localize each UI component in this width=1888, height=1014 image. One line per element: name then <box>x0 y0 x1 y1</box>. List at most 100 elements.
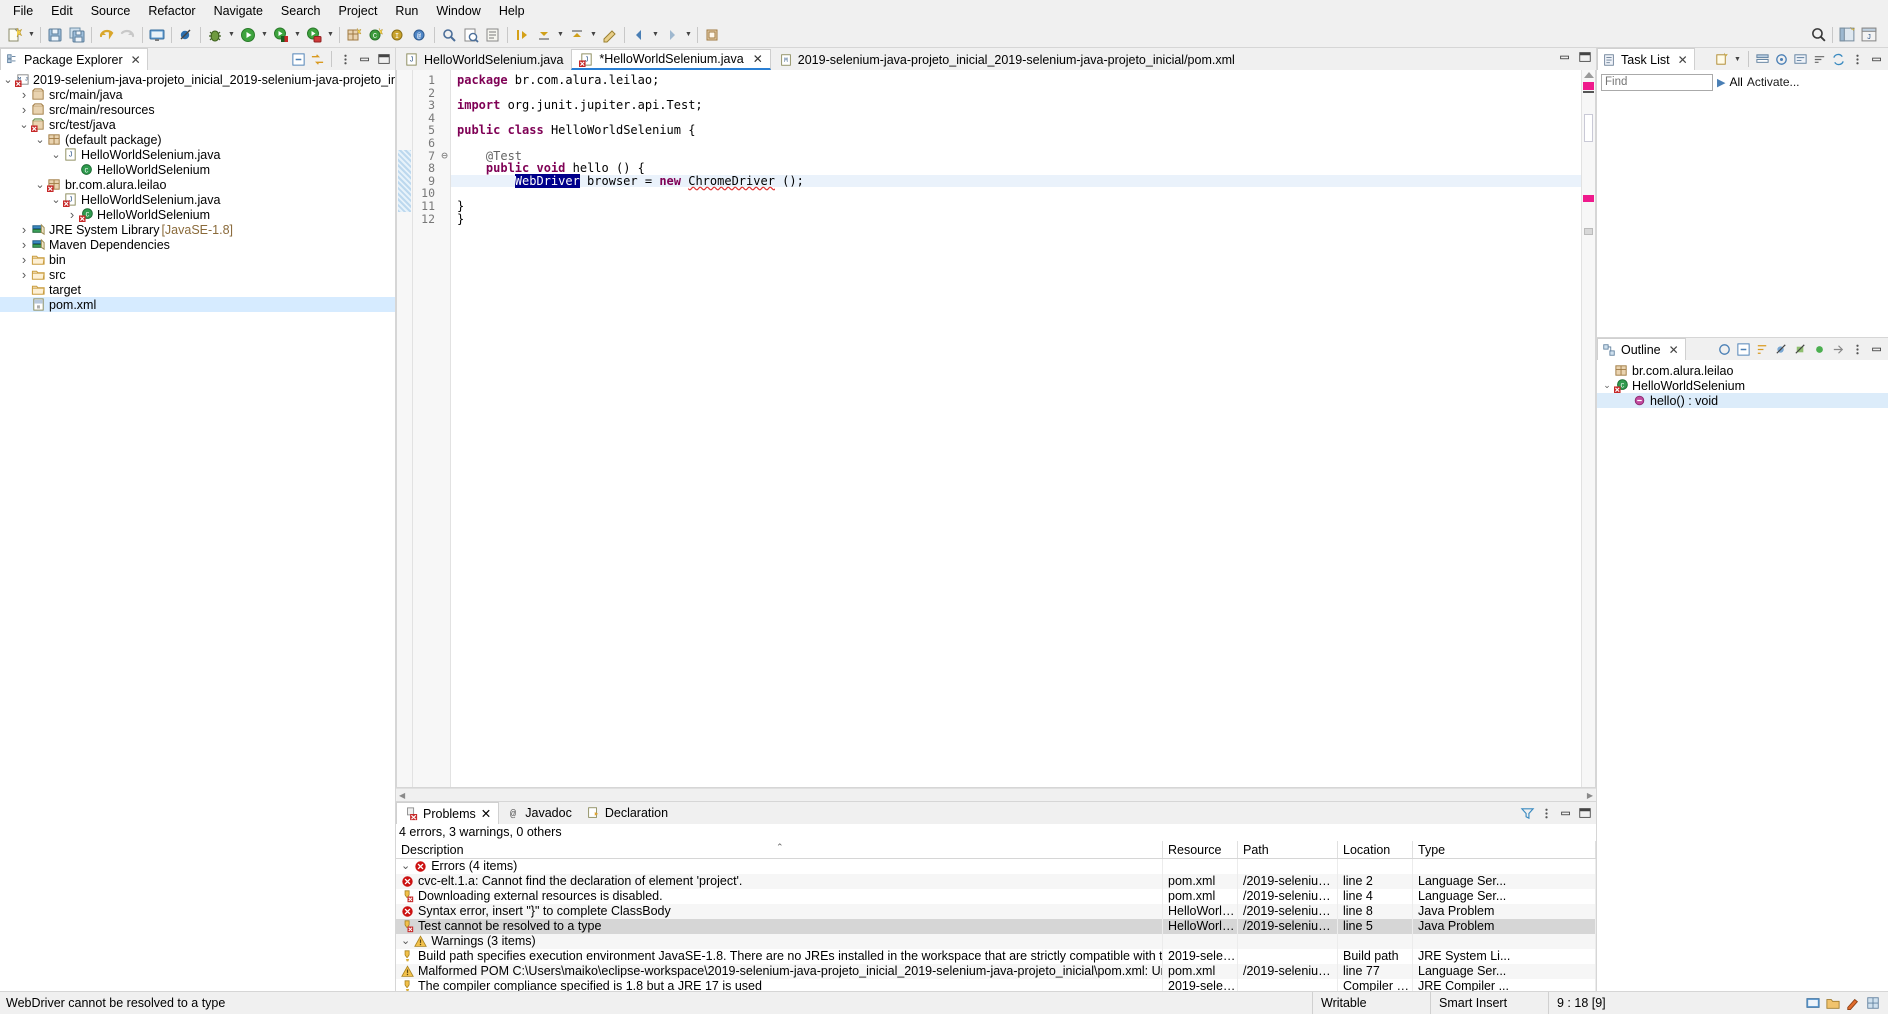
tree-row[interactable]: › C HelloWorldSelenium <box>0 207 395 222</box>
expanded-arrow-icon[interactable]: ⌄ <box>1601 380 1613 391</box>
activate-link[interactable]: Activate... <box>1747 75 1800 89</box>
tree-row[interactable]: › src <box>0 267 395 282</box>
new-file-icon[interactable] <box>4 24 26 46</box>
hide-static-icon[interactable] <box>1792 341 1809 358</box>
tree-row[interactable]: C HelloWorldSelenium <box>0 162 395 177</box>
scroll-right-arrow-icon[interactable]: ▶ <box>1587 791 1593 800</box>
problems-row[interactable]: Test cannot be resolved to a type HelloWo… <box>396 919 1596 934</box>
back-icon[interactable] <box>628 24 650 46</box>
code-line[interactable]: } <box>451 212 1581 226</box>
warning-overview-marker[interactable] <box>1584 228 1593 235</box>
all-filter-label[interactable]: All <box>1729 75 1742 89</box>
outline-tree[interactable]: br.com.alura.leilao ⌄ C HelloWorldSelenium h… <box>1597 360 1888 408</box>
debug-dropdown-icon[interactable]: ▼ <box>226 24 237 46</box>
collapsed-arrow-icon[interactable]: › <box>18 102 30 117</box>
problems-row[interactable]: Syntax error, insert "}" to complete Cla… <box>396 904 1596 919</box>
close-icon[interactable]: ✕ <box>1669 343 1679 357</box>
previous-edit-icon[interactable] <box>511 24 533 46</box>
quick-access-search-icon[interactable] <box>1807 24 1829 46</box>
problems-panel-tab[interactable]: Declaration <box>579 802 675 824</box>
hide-fields-icon[interactable] <box>1773 341 1790 358</box>
close-icon[interactable]: ✕ <box>481 806 491 821</box>
code-line[interactable]: import org.junit.jupiter.api.Test; <box>451 99 1581 112</box>
new-interface-icon[interactable]: I <box>387 24 409 46</box>
collapsed-arrow-icon[interactable]: › <box>18 237 30 252</box>
tree-row[interactable]: target <box>0 282 395 297</box>
save-all-icon[interactable] <box>66 24 88 46</box>
close-icon[interactable]: ✕ <box>1678 53 1688 67</box>
code-line[interactable] <box>451 187 1581 200</box>
forward-icon[interactable] <box>661 24 683 46</box>
folding-ruler[interactable]: ⊖ <box>439 70 451 787</box>
editor-tab[interactable]: J HelloWorldSelenium.java <box>396 49 571 70</box>
tree-row[interactable]: ⌄ J HelloWorldSelenium.java <box>0 147 395 162</box>
expanded-arrow-icon[interactable]: ⌄ <box>34 133 46 146</box>
java-perspective-icon[interactable]: J <box>1858 24 1880 46</box>
synchronize-icon[interactable] <box>1830 51 1847 68</box>
next-dropdown-icon[interactable]: ▼ <box>555 24 566 46</box>
filter-icon[interactable] <box>1519 805 1536 822</box>
presentation-icon[interactable] <box>1792 51 1809 68</box>
run-external-icon[interactable] <box>303 24 325 46</box>
column-header[interactable]: Path <box>1238 841 1338 858</box>
outline-row[interactable]: hello() : void <box>1597 393 1888 408</box>
expanded-arrow-icon[interactable]: ⌄ <box>401 934 410 949</box>
code-line[interactable]: public class HelloWorldSelenium { <box>451 124 1581 137</box>
new-annotation-icon[interactable]: @ <box>409 24 431 46</box>
menu-run[interactable]: Run <box>386 1 427 21</box>
tree-row[interactable]: ⌄ src/test/java <box>0 117 395 132</box>
code-line[interactable] <box>451 137 1581 150</box>
problem-description-cell[interactable]: Test cannot be resolved to a type <box>396 919 1163 934</box>
tree-row[interactable]: › bin <box>0 252 395 267</box>
skip-breakpoints-icon[interactable] <box>175 24 197 46</box>
last-edit-icon[interactable] <box>599 24 621 46</box>
minimize-icon[interactable] <box>1557 805 1574 822</box>
menu-file[interactable]: File <box>4 1 42 21</box>
expanded-arrow-icon[interactable]: ⌄ <box>34 178 46 191</box>
editor-horizontal-scrollbar[interactable]: ◀ ▶ <box>396 788 1596 801</box>
maximize-icon[interactable] <box>1576 805 1593 822</box>
find-input[interactable] <box>1601 73 1713 91</box>
tree-row[interactable]: › src/main/resources <box>0 102 395 117</box>
tree-row[interactable]: ⌄ (default package) <box>0 132 395 147</box>
outline-row[interactable]: ⌄ C HelloWorldSelenium <box>1597 378 1888 393</box>
tree-row[interactable]: m pom.xml <box>0 297 395 312</box>
scroll-thumb[interactable] <box>1584 114 1593 142</box>
close-icon[interactable]: ✕ <box>753 52 763 66</box>
minimize-icon[interactable] <box>1868 51 1885 68</box>
editor-tab[interactable]: M 2019-selenium-java-projeto_inicial_2019… <box>771 49 1243 70</box>
expanded-arrow-icon[interactable]: ⌄ <box>50 193 62 206</box>
menu-project[interactable]: Project <box>330 1 387 21</box>
code-line[interactable]: WebDriver browser = new ChromeDriver (); <box>451 173 1581 188</box>
tab-task-list[interactable]: Task List ✕ <box>1597 48 1695 70</box>
scroll-left-arrow-icon[interactable]: ◀ <box>399 791 405 800</box>
problem-description-cell[interactable]: cvc-elt.1.a: Cannot find the declaration… <box>396 874 1163 889</box>
column-header[interactable]: Location <box>1338 841 1413 858</box>
view-menu-icon[interactable] <box>1538 805 1555 822</box>
collapse-icon[interactable] <box>1811 51 1828 68</box>
problem-description-cell[interactable]: Malformed POM C:\Users\maiko\eclipse-wor… <box>396 964 1163 979</box>
problem-description-cell[interactable]: The compiler compliance specified is 1.8… <box>396 979 1163 991</box>
scroll-up-arrow-icon[interactable] <box>1584 72 1594 78</box>
collapsed-arrow-icon[interactable]: › <box>66 207 78 222</box>
run-icon[interactable] <box>237 24 259 46</box>
link-with-editor-icon[interactable] <box>309 51 326 68</box>
sort-icon[interactable] <box>1754 341 1771 358</box>
problems-row[interactable]: cvc-elt.1.a: Cannot find the declaration… <box>396 874 1596 889</box>
menu-help[interactable]: Help <box>490 1 534 21</box>
grid-status-icon[interactable] <box>1866 996 1880 1010</box>
menu-search[interactable]: Search <box>272 1 330 21</box>
problems-panel-tab[interactable]: Problems ✕ <box>396 802 500 824</box>
tree-row[interactable]: › src/main/java <box>0 87 395 102</box>
problem-description-cell[interactable]: Syntax error, insert "}" to complete Cla… <box>396 904 1163 919</box>
collapsed-arrow-icon[interactable]: › <box>18 87 30 102</box>
menu-navigate[interactable]: Navigate <box>205 1 272 21</box>
new-dropdown-icon[interactable]: ▼ <box>26 24 37 46</box>
menu-window[interactable]: Window <box>427 1 489 21</box>
new-task-icon[interactable] <box>1713 51 1730 68</box>
forward-dropdown-icon[interactable]: ▼ <box>683 24 694 46</box>
maximize-icon[interactable] <box>1578 50 1592 64</box>
view-menu-icon[interactable] <box>337 51 354 68</box>
search-icon[interactable] <box>438 24 460 46</box>
problems-table[interactable]: Description Resource Path Location Type ⌃ ⌄ Er… <box>396 841 1596 991</box>
